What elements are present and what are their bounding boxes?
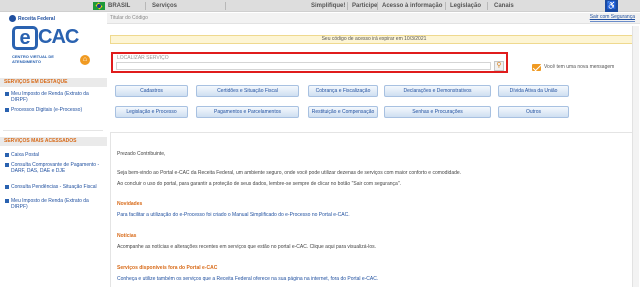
logout-tip-text: Ao concluir o uso do portal, para garant… [117,181,401,187]
service-button-cobranca[interactable]: Cobrança e Fiscalização [308,85,378,97]
page-scrollbar[interactable] [632,26,639,287]
brazil-flag-icon [93,2,105,10]
service-button-outros[interactable]: Outros [498,106,569,118]
service-button-certidoes[interactable]: Certidões e Situação Fiscal [196,85,299,97]
search-box: LOCALIZAR SERVIÇO ⚲ [111,52,508,73]
gov-link-legislacao[interactable]: Legislação [450,0,481,12]
sub-header: Titular do Código Sair com Segurança [107,13,640,24]
sidebar-item-label: Meu Imposto de Renda (Extrato da DIRPF) [11,91,89,103]
divider [225,2,226,10]
service-button-senhas[interactable]: Senhas e Procurações [384,106,491,118]
gov-link-acesso-informacao[interactable]: Acesso à informação [382,0,442,12]
sidebar-item-label: Consulta Pendências - Situação Fiscal [11,184,97,190]
gov-link-servicos[interactable]: Serviços [152,0,177,12]
sidebar-section-featured-title: SERVIÇOS EM DESTAQUE [0,78,107,87]
agency-name: Receita Federal [18,16,55,22]
accessibility-icon[interactable]: ♿ [605,0,618,12]
mail-icon [532,64,541,71]
outside-services-text[interactable]: Conheça e utilize também os serviços que… [117,276,378,282]
sidebar-section-most-accessed-title: SERVIÇOS MAIS ACESSADOS [0,137,107,146]
sidebar-item-comprovante-pagamento[interactable]: Consulta Comprovante de Pagamento - DARF… [5,162,103,174]
logout-link[interactable]: Sair com Segurança [589,14,636,22]
sidebar-item-label: Processos Digitais (e-Processo) [11,107,83,113]
welcome-text: Seja bem-vindo ao Portal e-CAC da Receit… [117,170,462,176]
outside-services-title: Serviços disponíveis fora do Portal e-CA… [117,265,218,271]
divider [3,130,103,131]
news-text[interactable]: Para facilitar a utilização do e-Process… [117,212,350,218]
service-button-pagamentos[interactable]: Pagamentos e Parcelamentos [196,106,299,118]
home-icon[interactable]: ⌂ [80,55,90,65]
sidebar-item-label: Caixa Postal [11,152,40,158]
greeting-text: Prezado Contribuinte, [117,151,166,157]
service-button-legislacao[interactable]: Legislação e Processo [115,106,188,118]
service-button-divida-ativa[interactable]: Dívida Ativa da União [498,85,569,97]
service-button-declaracoes[interactable]: Declarações e Demonstrativos [384,85,491,97]
gov-top-bar: BRASIL Serviços Simplifique! Participe A… [0,0,640,12]
receita-federal-emblem-icon [9,15,16,22]
logo-letter: e [12,26,38,50]
mailbox-notice[interactable]: Você tem uma nova mensagem [532,62,640,75]
divider [377,2,378,10]
bullet-icon [5,163,9,167]
service-button-restituicao[interactable]: Restituição e Compensação [308,106,378,118]
ecac-logo[interactable]: Receita Federal e CAC Centro Virtual de … [8,14,88,72]
bullet-icon [5,92,9,96]
divider [445,2,446,10]
sidebar-item-label: Consulta Comprovante de Pagamento - DARF… [11,162,100,174]
sidebar-item-processos-digitais[interactable]: Processos Digitais (e-Processo) [5,107,103,113]
notices-text[interactable]: Acompanhe as notícias e alterações recen… [117,244,376,250]
notices-title: Notícias [117,233,137,239]
gov-link-simplifique[interactable]: Simplifique! [311,0,345,12]
divider [347,2,348,10]
gov-link-participe[interactable]: Participe [352,0,377,12]
divider [487,2,488,10]
sidebar-item-meu-imposto-de-renda-2[interactable]: Meu Imposto de Renda (Extrato da DIRPF) [5,198,103,210]
search-label: LOCALIZAR SERVIÇO [117,55,169,61]
divider [145,2,146,10]
bullet-icon [5,108,9,112]
news-title: Novidades [117,201,143,207]
sidebar-item-meu-imposto-de-renda[interactable]: Meu Imposto de Renda (Extrato da DIRPF) [5,91,103,103]
sidebar-item-consulta-pendencias[interactable]: Consulta Pendências - Situação Fiscal [5,184,103,190]
welcome-panel: Prezado Contribuinte, Seja bem-vindo ao … [110,132,637,287]
sidebar-item-caixa-postal[interactable]: Caixa Postal [5,152,103,158]
bullet-icon [5,199,9,203]
session-notice: Seu código de acesso irá expirar em 10/3… [110,35,638,44]
logo-subtitle: Centro Virtual de Atendimento [12,54,54,64]
mailbox-text: Você tem uma nova mensagem [544,64,615,70]
country-label: BRASIL [108,3,131,9]
search-input[interactable] [116,62,491,70]
gov-link-canais[interactable]: Canais [494,0,514,12]
search-icon[interactable]: ⚲ [494,61,504,71]
service-button-cadastros[interactable]: Cadastros [115,85,188,97]
sidebar: SERVIÇOS EM DESTAQUE Meu Imposto de Rend… [0,74,107,287]
bullet-icon [5,185,9,189]
logo-word: CAC [38,26,79,48]
sidebar-item-label: Meu Imposto de Renda (Extrato da DIRPF) [11,198,89,210]
bullet-icon [5,153,9,157]
breadcrumb: Titular do Código [110,15,148,21]
